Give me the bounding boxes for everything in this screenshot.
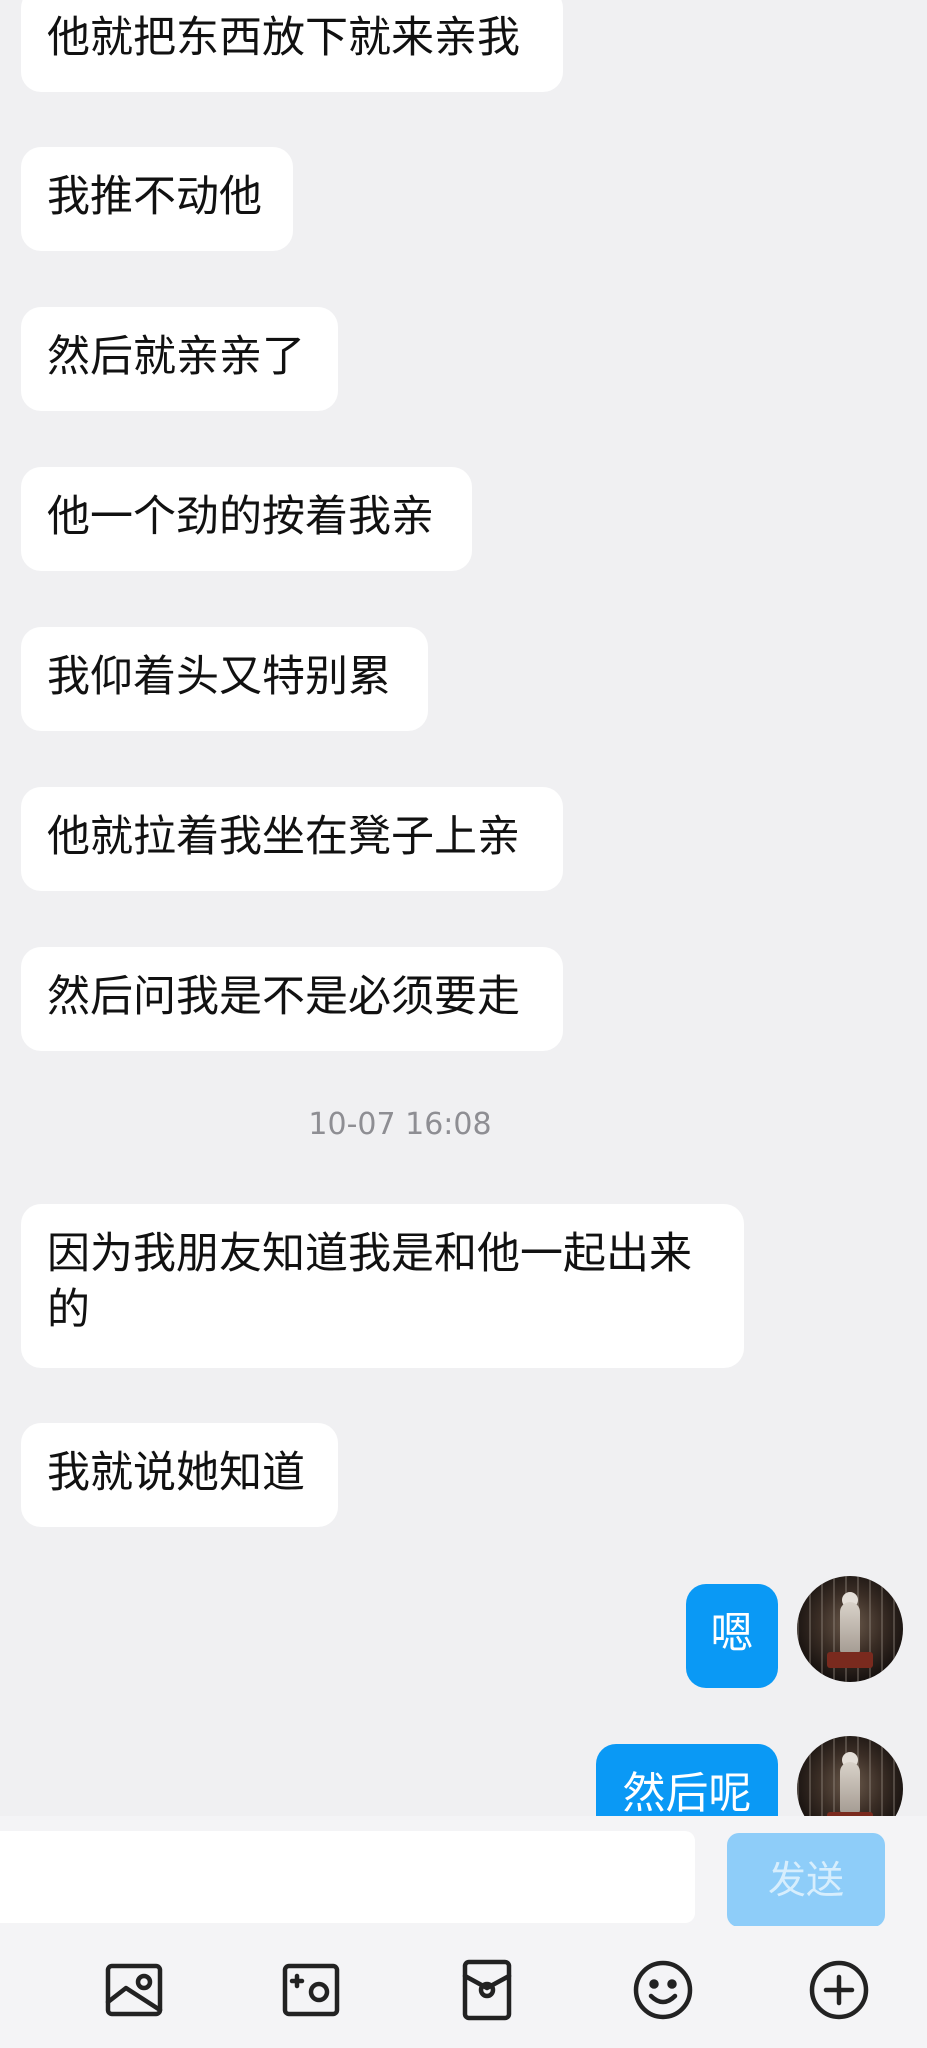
message-text: 嗯 bbox=[710, 1609, 754, 1659]
message-text: 然后就亲亲了 bbox=[47, 332, 305, 382]
message-text: 我推不动他 bbox=[47, 172, 262, 222]
message-bubble-outgoing[interactable]: 然后呢 bbox=[596, 1744, 778, 1816]
message-bubble-incoming[interactable]: 因为我朋友知道我是和他一起出来的 bbox=[21, 1204, 744, 1368]
send-button[interactable]: 发送 bbox=[727, 1833, 885, 1927]
plus-icon[interactable] bbox=[803, 1954, 875, 2026]
user-avatar[interactable] bbox=[797, 1736, 903, 1816]
message-text: 然后问我是不是必须要走 bbox=[47, 972, 520, 1022]
red-packet-icon[interactable] bbox=[451, 1954, 523, 2026]
message-timestamp: 10-07 16:08 bbox=[308, 1107, 492, 1142]
message-text: 因为我朋友知道我是和他一起出来的 bbox=[47, 1229, 692, 1335]
message-bubble-incoming[interactable]: 我仰着头又特别累 bbox=[21, 627, 428, 731]
message-text: 然后呢 bbox=[622, 1769, 752, 1816]
message-text: 他就把东西放下就来亲我 bbox=[47, 13, 520, 63]
message-text: 我就说她知道 bbox=[47, 1448, 305, 1498]
chat-message-list[interactable]: 他就把东西放下就来亲我 我推不动他 然后就亲亲了 他一个劲的按着我亲 我仰着头又… bbox=[0, 0, 927, 1816]
message-text: 我仰着头又特别累 bbox=[47, 652, 391, 702]
message-text: 他就拉着我坐在凳子上亲 bbox=[47, 812, 520, 862]
message-bubble-incoming[interactable]: 我推不动他 bbox=[21, 147, 293, 251]
composer-bar: 发送 bbox=[0, 1816, 927, 1927]
message-bubble-incoming[interactable]: 他就把东西放下就来亲我 bbox=[21, 0, 563, 92]
emoji-icon[interactable] bbox=[627, 1954, 699, 2026]
message-bubble-incoming[interactable]: 他就拉着我坐在凳子上亲 bbox=[21, 787, 563, 891]
message-bubble-incoming[interactable]: 他一个劲的按着我亲 bbox=[21, 467, 472, 571]
message-bubble-incoming[interactable]: 然后就亲亲了 bbox=[21, 307, 338, 411]
message-text: 他一个劲的按着我亲 bbox=[47, 492, 434, 542]
message-bubble-outgoing[interactable]: 嗯 bbox=[686, 1584, 778, 1688]
message-bubble-incoming[interactable]: 我就说她知道 bbox=[21, 1423, 338, 1527]
camera-icon[interactable] bbox=[275, 1954, 347, 2026]
image-icon[interactable] bbox=[98, 1954, 170, 2026]
composer-toolbar bbox=[0, 1926, 927, 2048]
user-avatar[interactable] bbox=[797, 1576, 903, 1682]
message-bubble-incoming[interactable]: 然后问我是不是必须要走 bbox=[21, 947, 563, 1051]
message-input[interactable] bbox=[0, 1831, 695, 1923]
